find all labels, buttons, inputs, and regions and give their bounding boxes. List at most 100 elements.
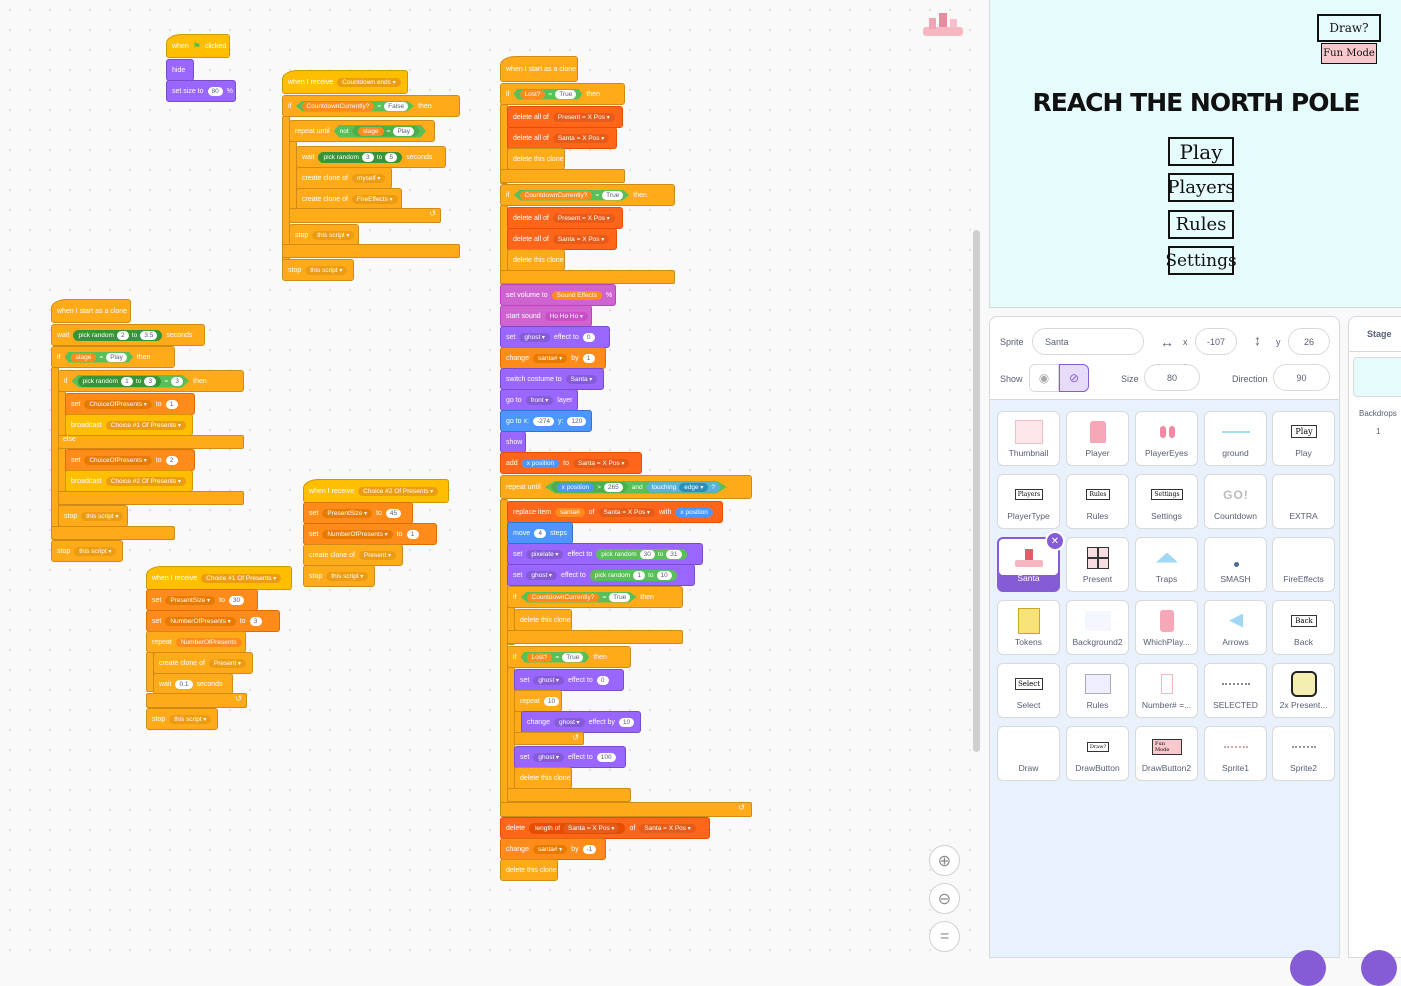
create-clone-block[interactable]: create clone of Present <box>303 544 403 566</box>
sprite-tile[interactable]: Select Select <box>997 663 1060 718</box>
repeat-until-block[interactable]: repeat until not stage = Play <box>289 120 435 142</box>
sprite-tile[interactable]: Fun Mode DrawButton2 <box>1135 726 1198 781</box>
zoom-reset-button[interactable]: = <box>929 921 960 952</box>
sprite-tile[interactable]: GO! Countdown <box>1204 474 1267 529</box>
create-clone-block[interactable]: create clone of myself <box>296 167 392 189</box>
wait-block[interactable]: wait 0.1 seconds <box>153 673 233 695</box>
sprite-tile[interactable]: Player <box>1066 411 1129 466</box>
settings-button[interactable]: Settings <box>1165 246 1237 275</box>
repeat-block[interactable]: repeat NumberOfPresents <box>146 631 246 653</box>
switch-costume-block[interactable]: switch costume to Santa <box>500 368 604 390</box>
y-input[interactable]: 26 <box>1288 328 1330 355</box>
set-effect-block[interactable]: set ghost effect to 0 <box>500 326 610 348</box>
sprite-tile[interactable]: Draw <box>997 726 1060 781</box>
wait-block[interactable]: wait pick random 2 to 3.5 seconds <box>51 324 205 346</box>
set-variable-block[interactable]: set PresentSize to 45 <box>303 502 413 524</box>
set-variable-block[interactable]: set ChoiceOfPresents to 1 <box>65 393 195 415</box>
if-else-block[interactable]: if pick random 1 to 3 = 3 then <box>58 370 244 392</box>
sprite-tile[interactable]: 2x Present... <box>1272 663 1335 718</box>
delete-clone-block[interactable]: delete this clone <box>500 859 558 881</box>
change-variable-block[interactable]: change santa# by 1 <box>500 347 606 369</box>
set-effect-block[interactable]: set pixelate effect to pick random30to31 <box>507 543 703 565</box>
add-sprite-button[interactable] <box>1290 950 1326 986</box>
sprite-tile[interactable]: Tokens <box>997 600 1060 655</box>
show-hidden-button[interactable]: ⊘ <box>1059 364 1089 392</box>
zoom-out-button[interactable]: ⊖ <box>929 883 960 914</box>
stop-block[interactable]: stop this script <box>58 505 128 527</box>
show-block[interactable]: show <box>500 431 526 453</box>
stage-thumbnail[interactable] <box>1353 357 1401 397</box>
set-variable-block[interactable]: set PresentSize to 30 <box>146 589 258 611</box>
delete-item-block[interactable]: delete length ofSanta = X Pos of Santa =… <box>500 817 710 839</box>
stop-block[interactable]: stop this script <box>282 259 354 281</box>
players-button[interactable]: Players <box>1167 173 1235 202</box>
sprite-tile[interactable]: Arrows <box>1204 600 1267 655</box>
hide-block[interactable]: hide <box>166 59 194 81</box>
replace-item-block[interactable]: replace item santa# of Santa = X Pos wit… <box>507 501 723 523</box>
set-variable-block[interactable]: set ChoiceOfPresents to 2 <box>65 449 195 471</box>
code-workspace[interactable]: when ⚑ clicked hide set size to 80 % whe… <box>0 0 988 958</box>
show-visible-button[interactable]: ◉ <box>1029 364 1059 392</box>
set-variable-block[interactable]: set NumberOfPresents to 1 <box>303 523 437 545</box>
set-effect-block[interactable]: set ghost effect to pick random1to10 <box>507 564 695 586</box>
go-to-layer-block[interactable]: go to front layer <box>500 389 578 411</box>
sprite-tile[interactable]: Sprite1 <box>1204 726 1267 781</box>
hat-when-i-start-as-clone[interactable]: when I start as a clone <box>51 299 131 323</box>
draw-toggle-button[interactable]: Draw? <box>1317 14 1381 42</box>
fun-mode-button[interactable]: Fun Mode <box>1321 43 1377 64</box>
hat-when-i-receive[interactable]: when I receive Choice #2 Of Presents <box>303 479 449 503</box>
stage-selector-panel[interactable]: Stage Backdrops 1 <box>1348 316 1401 958</box>
sprite-tile[interactable]: Players PlayerType <box>997 474 1060 529</box>
add-to-list-block[interactable]: add x position to Santa = X Pos <box>500 452 642 474</box>
sprite-name-input[interactable]: Santa <box>1032 328 1144 355</box>
hat-when-i-receive[interactable]: when I receive Choice #1 Of Presents <box>146 566 292 590</box>
delete-all-block[interactable]: delete all of Present = X Pos <box>507 207 623 229</box>
if-block[interactable]: if Lost? = True then <box>500 83 625 105</box>
sprite-tile[interactable]: Background2 <box>1066 600 1129 655</box>
stop-block[interactable]: stop this script <box>51 540 123 562</box>
size-input[interactable]: 80 <box>1144 364 1200 391</box>
create-clone-block[interactable]: create clone of Present <box>153 652 253 674</box>
workspace-scrollbar[interactable] <box>973 230 980 752</box>
sprite-tile[interactable]: ground <box>1204 411 1267 466</box>
if-block[interactable]: if stage = Play then <box>51 346 175 368</box>
delete-all-block[interactable]: delete all of Present = X Pos <box>507 106 623 128</box>
change-effect-block[interactable]: change ghost effect by 10 <box>521 711 641 733</box>
delete-clone-block[interactable]: delete this clone <box>507 148 565 170</box>
set-variable-block[interactable]: set NumberOfPresents to 3 <box>146 610 280 632</box>
change-variable-block[interactable]: change santa# by -1 <box>500 838 606 860</box>
create-clone-block[interactable]: create clone of FireEffects <box>296 188 402 210</box>
sprite-tile[interactable]: WhichPlay... <box>1135 600 1198 655</box>
if-block[interactable]: if Lost? = True then <box>507 646 631 668</box>
sprite-tile[interactable]: SELECTED <box>1204 663 1267 718</box>
move-steps-block[interactable]: move 4 steps <box>507 522 573 544</box>
add-backdrop-button[interactable] <box>1361 950 1397 986</box>
sprite-tile[interactable]: Number# =... <box>1135 663 1198 718</box>
hat-when-i-start-as-clone[interactable]: when I start as a clone <box>500 56 578 82</box>
sprite-tile[interactable]: EXTRA <box>1272 474 1335 529</box>
play-button[interactable]: Play <box>1168 137 1234 166</box>
sprite-tile[interactable]: Back Back <box>1272 600 1335 655</box>
hat-when-flag-clicked[interactable]: when ⚑ clicked <box>166 34 230 58</box>
sprite-tile[interactable]: Play Play <box>1272 411 1335 466</box>
zoom-in-button[interactable]: ⊕ <box>929 845 960 876</box>
repeat-block[interactable]: repeat 10 <box>514 690 562 712</box>
repeat-until-block[interactable]: repeat until x position >265 and touching ed… <box>500 475 752 499</box>
delete-clone-block[interactable]: delete this clone <box>514 767 572 789</box>
set-size-block[interactable]: set size to 80 % <box>166 80 236 102</box>
sprite-tile[interactable]: Draw? DrawButton <box>1066 726 1129 781</box>
go-to-xy-block[interactable]: go to x: -274 y: 120 <box>500 410 592 432</box>
start-sound-block[interactable]: start sound Ho Ho Ho <box>500 305 592 327</box>
sprite-tile[interactable]: FireEffects <box>1272 537 1335 592</box>
direction-input[interactable]: 90 <box>1273 364 1330 391</box>
sprite-tile[interactable]: Sprite2 <box>1272 726 1335 781</box>
broadcast-block[interactable]: broadcast Choice #2 Of Presents <box>65 470 193 492</box>
set-volume-block[interactable]: set volume to Sound Effects % <box>500 284 616 306</box>
sprite-tile[interactable]: Rules <box>1066 663 1129 718</box>
sprite-tile[interactable]: Traps <box>1135 537 1198 592</box>
sprite-tile[interactable]: Rules Rules <box>1066 474 1129 529</box>
sprite-tile[interactable]: Present <box>1066 537 1129 592</box>
broadcast-block[interactable]: broadcast Choice #1 Of Presents <box>65 414 193 436</box>
rules-button[interactable]: Rules <box>1168 210 1234 239</box>
stop-block[interactable]: stop this script <box>289 224 359 246</box>
